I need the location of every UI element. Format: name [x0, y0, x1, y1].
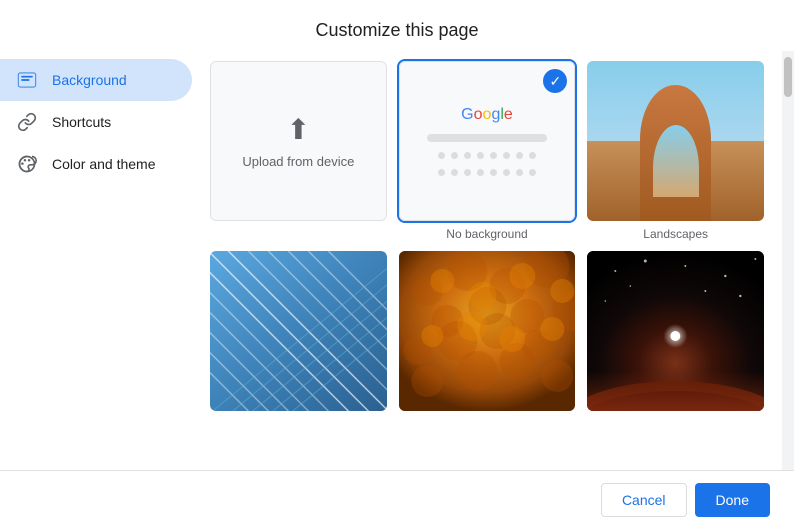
- dialog-body: Background Shortcuts: [0, 51, 794, 470]
- sidebar-item-shortcuts[interactable]: Shortcuts: [0, 101, 192, 143]
- color-theme-label: Color and theme: [52, 156, 156, 172]
- sidebar-item-color-theme[interactable]: Color and theme: [0, 143, 192, 185]
- dot: [438, 169, 445, 176]
- dot: [477, 169, 484, 176]
- trees-image: [399, 251, 576, 411]
- dot: [516, 152, 523, 159]
- dialog-title: Customize this page: [24, 20, 770, 41]
- landscape-image: [587, 61, 764, 221]
- list-item: [397, 249, 578, 413]
- dot: [477, 152, 484, 159]
- sidebar: Background Shortcuts: [0, 51, 200, 470]
- trees-tile[interactable]: [397, 249, 578, 413]
- architecture-tile[interactable]: [208, 249, 389, 413]
- cancel-button[interactable]: Cancel: [601, 483, 687, 517]
- main-content: ⬆ Upload from device Google: [200, 51, 782, 470]
- architecture-image: [210, 251, 387, 411]
- dot: [503, 169, 510, 176]
- dot: [451, 152, 458, 159]
- landscapes-label: Landscapes: [585, 227, 766, 241]
- upload-label: Upload from device: [242, 154, 354, 169]
- done-button[interactable]: Done: [695, 483, 770, 517]
- no-background-tile[interactable]: Google: [397, 59, 578, 223]
- customize-dialog: Customize this page Background: [0, 0, 794, 529]
- upload-inner: ⬆ Upload from device: [210, 61, 387, 221]
- dot: [490, 169, 497, 176]
- dialog-footer: Cancel Done: [0, 470, 794, 529]
- dot: [516, 169, 523, 176]
- landscapes-tile[interactable]: [585, 59, 766, 223]
- upload-tile[interactable]: ⬆ Upload from device: [208, 59, 389, 223]
- dots-row-1: [438, 152, 536, 159]
- search-bar-mock: [427, 134, 548, 142]
- dialog-header: Customize this page: [0, 0, 794, 51]
- sidebar-item-background[interactable]: Background: [0, 59, 192, 101]
- space-tile[interactable]: [585, 249, 766, 413]
- background-label: Background: [52, 72, 127, 88]
- list-item: Google: [397, 59, 578, 241]
- list-item: Landscapes: [585, 59, 766, 241]
- dot: [529, 169, 536, 176]
- dot: [451, 169, 458, 176]
- scrollbar-thumb[interactable]: [784, 57, 792, 97]
- dots-row-2: [438, 169, 536, 176]
- dot: [503, 152, 510, 159]
- dot: [490, 152, 497, 159]
- shortcuts-label: Shortcuts: [52, 114, 111, 130]
- dot: [438, 152, 445, 159]
- background-icon: [16, 69, 38, 91]
- color-theme-icon: [16, 153, 38, 175]
- space-image: [587, 251, 764, 411]
- no-bg-label: No background: [397, 227, 578, 241]
- list-item: [208, 249, 389, 413]
- list-item: ⬆ Upload from device: [208, 59, 389, 241]
- dot: [464, 169, 471, 176]
- background-grid: ⬆ Upload from device Google: [208, 59, 766, 413]
- upload-icon: ⬆: [287, 113, 310, 146]
- dot: [464, 152, 471, 159]
- google-logo: Google: [461, 106, 513, 124]
- list-item: [585, 249, 766, 413]
- scrollbar-track[interactable]: [782, 51, 794, 470]
- dot: [529, 152, 536, 159]
- shortcuts-icon: [16, 111, 38, 133]
